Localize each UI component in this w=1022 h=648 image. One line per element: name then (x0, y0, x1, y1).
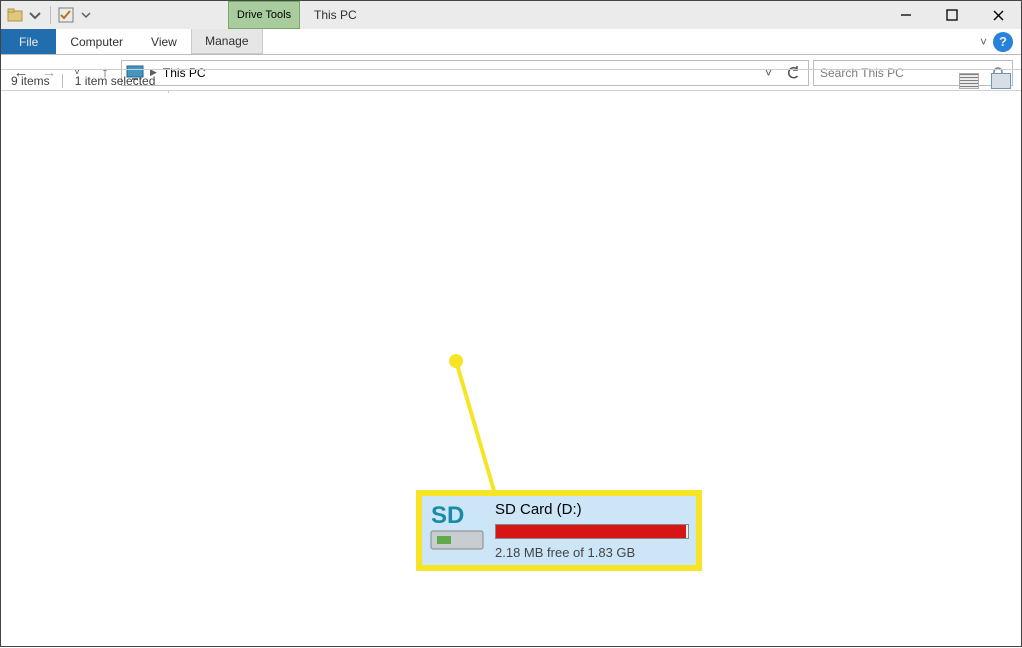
maximize-button[interactable] (929, 1, 975, 29)
status-bar: 9 items 1 item selected (1, 69, 1021, 91)
navigation-tree[interactable]: Documents Email attachments Photos Portf… (1, 91, 169, 93)
ribbon: File Computer View Manage ˅ ? (1, 29, 1021, 55)
caret-down-icon[interactable] (27, 7, 43, 23)
close-button[interactable] (975, 1, 1021, 29)
drive-tools-tab[interactable]: Drive Tools (228, 1, 300, 29)
separator (50, 6, 51, 24)
sd-drive-icon: SD (429, 501, 485, 553)
properties-checkbox-icon[interactable] (58, 7, 74, 23)
help-icon[interactable]: ? (993, 32, 1013, 52)
status-selected: 1 item selected (75, 74, 156, 88)
manage-tab[interactable]: Manage (191, 29, 263, 54)
caret-down-icon[interactable] (78, 7, 94, 23)
computer-tab[interactable]: Computer (56, 29, 137, 54)
usage-bar (495, 524, 689, 539)
folder-icon (7, 7, 23, 23)
view-tab[interactable]: View (137, 29, 191, 54)
content-pane[interactable]: ▾ Folders (7) 3D Objects ✔ (169, 91, 1021, 99)
titlebar: Drive Tools This PC (1, 1, 1021, 29)
status-items: 9 items (11, 74, 50, 88)
view-details-icon[interactable] (959, 73, 979, 89)
minimize-button[interactable] (883, 1, 929, 29)
window-title: This PC (300, 1, 883, 29)
annotation-callout: SD SD Card (D:) 2.18 MB free of 1.83 GB (419, 493, 699, 568)
file-tab[interactable]: File (1, 29, 56, 54)
svg-text:SD: SD (431, 502, 464, 529)
view-large-icons-icon[interactable] (991, 73, 1011, 89)
chevron-down-icon[interactable]: ˅ (980, 29, 987, 54)
